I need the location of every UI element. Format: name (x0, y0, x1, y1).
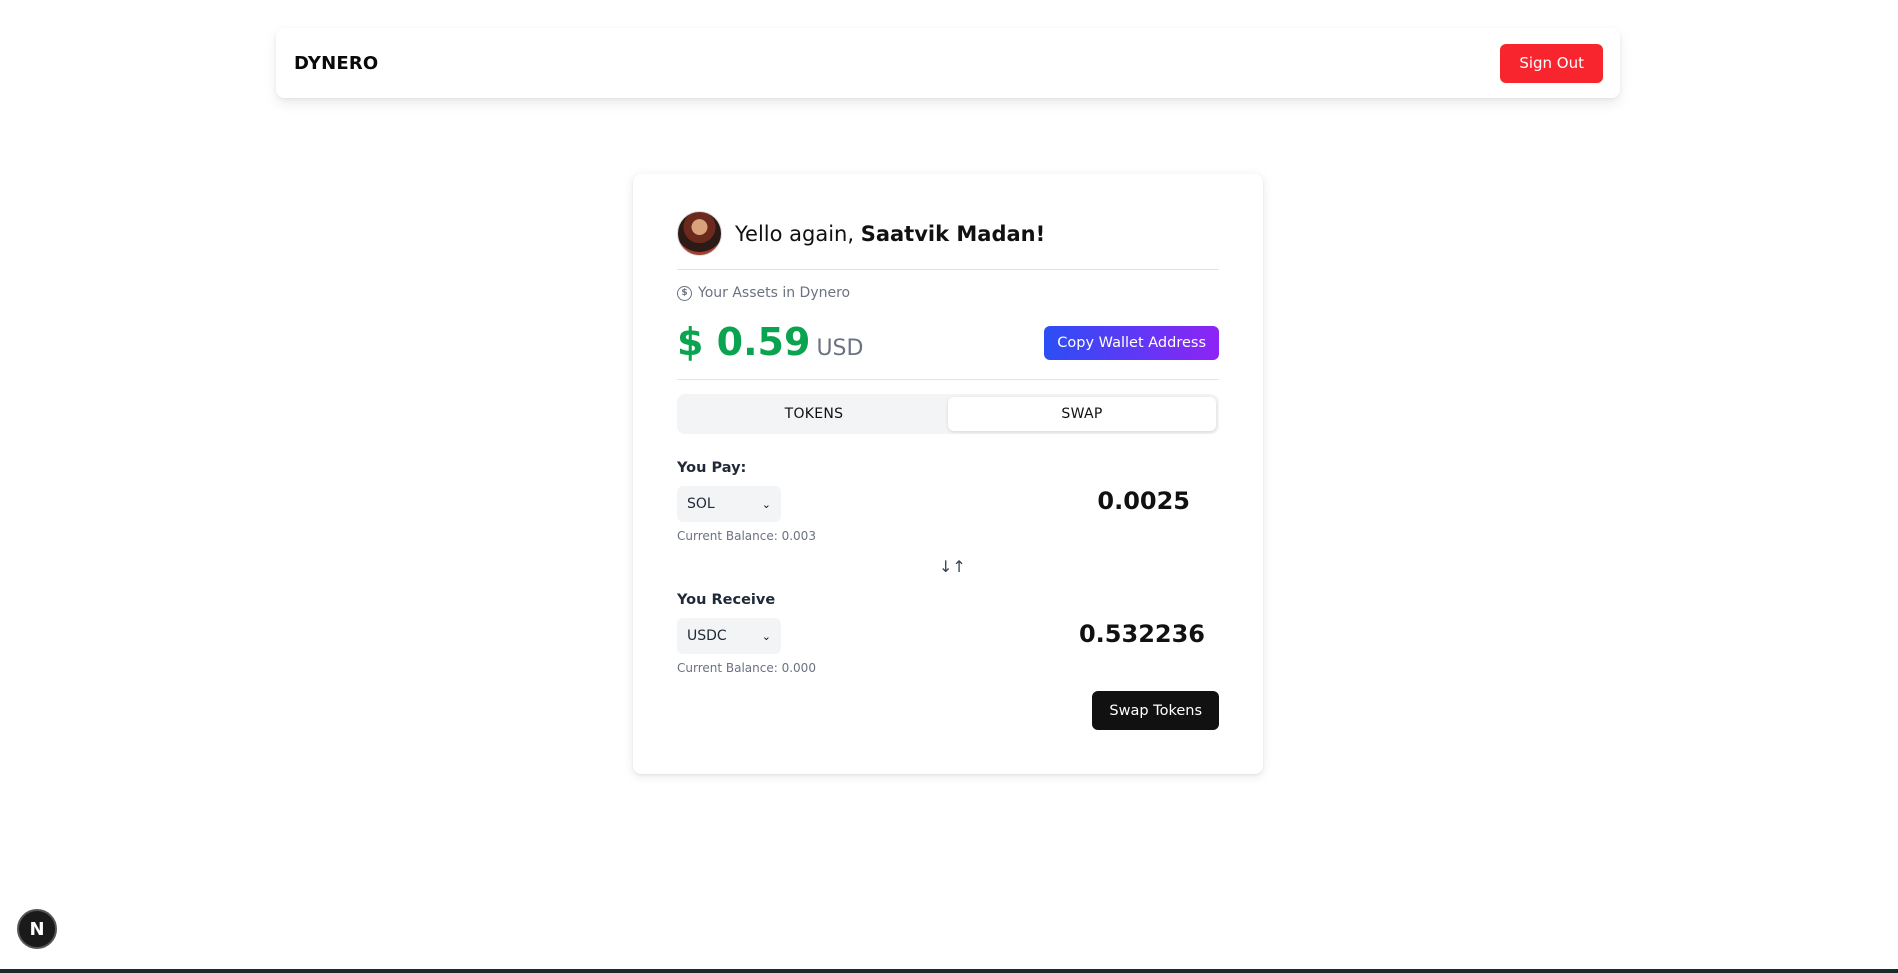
greeting-row: Yello again, Saatvik Madan! (677, 211, 1045, 256)
dollar-circle-icon: $ (677, 285, 692, 301)
chevron-down-icon: ⌄ (761, 497, 771, 511)
you-pay-label: You Pay: (677, 460, 747, 476)
sign-out-button[interactable]: Sign Out (1500, 43, 1603, 83)
you-receive-label: You Receive (677, 592, 776, 608)
balance-amount: $ 0.59 (677, 320, 811, 364)
top-navbar: DYNERO Sign Out (276, 28, 1620, 98)
pay-token-value: SOL (687, 496, 715, 512)
nextjs-dev-indicator-icon[interactable]: N (17, 909, 57, 949)
balance-display: $ 0.59 USD (677, 320, 863, 364)
avatar (677, 211, 722, 256)
page: DYNERO Sign Out Yello again, Saatvik Mad… (0, 0, 1898, 973)
receive-token-value: USDC (687, 628, 727, 644)
receive-amount: 0.532236 (1078, 620, 1205, 648)
assets-label: Your Assets in Dynero (698, 285, 851, 301)
receive-token-select[interactable]: USDC ⌄ (677, 618, 781, 654)
greeting-text: Yello again, Saatvik Madan! (735, 222, 1045, 246)
greeting-prefix: Yello again, (735, 221, 861, 246)
tab-tokens[interactable]: TOKENS (680, 397, 948, 431)
pay-current-balance: Current Balance: 0.003 (677, 529, 816, 543)
chevron-down-icon: ⌄ (761, 629, 771, 643)
swap-direction-icon[interactable]: ↓↑ (939, 557, 966, 576)
tab-swap[interactable]: SWAP (948, 397, 1216, 431)
tab-list: TOKENS SWAP (677, 394, 1219, 434)
copy-wallet-address-button[interactable]: Copy Wallet Address (1044, 326, 1219, 360)
receive-current-balance: Current Balance: 0.000 (677, 661, 816, 675)
divider (677, 269, 1219, 270)
pay-token-select[interactable]: SOL ⌄ (677, 486, 781, 522)
user-name: Saatvik Madan! (860, 221, 1046, 246)
balance-currency: USD (816, 336, 864, 361)
divider (677, 379, 1219, 380)
bottom-edge-bar (0, 969, 1898, 973)
brand-logo[interactable]: DYNERO (294, 53, 378, 74)
assets-label-row: $ Your Assets in Dynero (677, 285, 850, 301)
wallet-card: Yello again, Saatvik Madan! $ Your Asset… (633, 174, 1263, 774)
pay-amount[interactable]: 0.0025 (1097, 487, 1190, 515)
swap-tokens-button[interactable]: Swap Tokens (1092, 691, 1219, 730)
